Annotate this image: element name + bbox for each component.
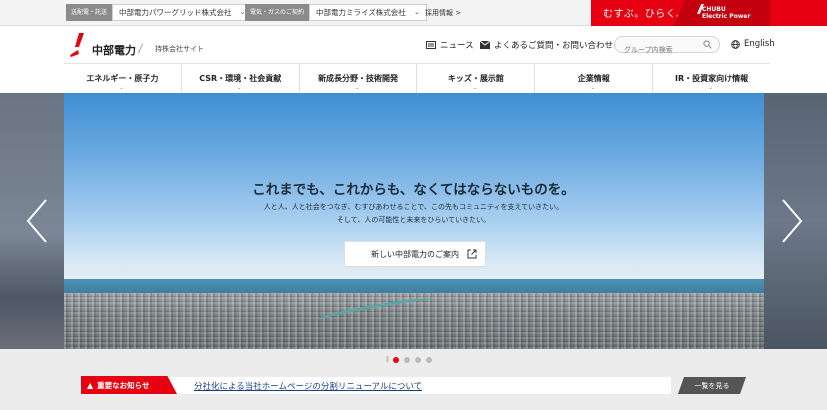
chuden-logo-icon[interactable] — [70, 33, 90, 57]
grid-company-select[interactable]: 中部電力パワーグリッド株式会社 ⌄ — [112, 4, 253, 21]
chevron-down-icon: ⌄ — [355, 85, 360, 91]
search-input[interactable] — [615, 42, 695, 58]
newspaper-icon — [426, 41, 436, 49]
english-link[interactable]: English — [731, 39, 775, 49]
hero-description-line1: 人と人、人と社会をつなぎ、むすびあわせることで、この先もコミュニティを支えていき… — [263, 203, 564, 211]
contract-tag: 電気・ガスのご契約 — [245, 4, 310, 21]
chevron-down-icon: ⌄ — [708, 85, 713, 91]
miraiz-company-select[interactable]: 中部電力ミライズ株式会社 ⌄ — [309, 4, 427, 21]
envelope-icon — [480, 41, 490, 49]
warning-icon: ▲ — [87, 380, 94, 390]
nav-item-company[interactable]: 企業情報 ⌄ — [535, 64, 654, 93]
nav-item-new-growth[interactable]: 新成長分野・技術開発 ⌄ — [300, 64, 418, 93]
hero-title: これまでも、これからも、なくてはならないものを。 — [252, 182, 575, 198]
slider-pager: || — [386, 356, 433, 363]
global-nav: エネルギー・原子力 ⌄ CSR・環境・社会貢献 ⌄ 新成長分野・技術開発 ⌄ キッズ・… — [64, 63, 770, 93]
hero-description-line2: そして、人の可能性と未来をひらいていきたい。 — [336, 216, 491, 224]
hero-sea — [64, 279, 764, 293]
miraiz-company-selector[interactable]: 電気・ガスのご契約 中部電力ミライズ株式会社 ⌄ — [245, 4, 427, 21]
search-icon[interactable] — [703, 40, 712, 49]
grid-company-selector[interactable]: 送配電・託送 中部電力パワーグリッド株式会社 ⌄ — [66, 4, 253, 21]
important-notice-tag: ▲ 重要なお知らせ — [81, 376, 177, 394]
chevron-down-icon: ⌄ — [119, 85, 124, 91]
pause-icon[interactable]: || — [386, 356, 389, 363]
logo-subtitle: 持株会社サイト — [155, 45, 204, 53]
chevron-down-icon: ⌄ — [413, 8, 420, 16]
notice-link[interactable]: 分社化による当社ホームページの分割リニューアルについて — [194, 380, 422, 392]
pager-dot[interactable] — [404, 356, 411, 363]
nav-item-csr[interactable]: CSR・環境・社会貢献 ⌄ — [182, 64, 300, 93]
group-search[interactable] — [614, 36, 720, 58]
chevron-down-icon: ⌄ — [590, 85, 595, 91]
external-link-icon — [467, 249, 477, 259]
nav-item-kids[interactable]: キッズ・展示館 ⌄ — [417, 64, 536, 93]
view-all-button[interactable]: 一覧を見る — [678, 377, 746, 394]
chevron-down-icon: ⌄ — [237, 85, 242, 91]
chubu-brand-logo-text: CHUBU Electric Power — [702, 6, 751, 20]
nav-item-energy[interactable]: エネルギー・原子力 ⌄ — [64, 64, 182, 93]
next-slide-arrow-icon[interactable] — [781, 198, 803, 244]
pager-dot[interactable] — [393, 356, 400, 363]
news-link[interactable]: ニュース — [426, 39, 474, 51]
grid-tag: 送配電・託送 — [66, 4, 113, 21]
hero-cta-button[interactable]: 新しい中部電力のご案内 — [344, 241, 486, 267]
faq-contact-link[interactable]: よくあるご質問・お問い合わせ — [480, 39, 613, 51]
logo-text[interactable]: 中部電力 — [92, 42, 136, 58]
pager-dot[interactable] — [415, 356, 422, 363]
prev-slide-arrow-icon[interactable] — [26, 198, 48, 244]
recruit-link[interactable]: 採用情報 > — [425, 8, 461, 18]
pager-dot[interactable] — [426, 356, 433, 363]
globe-icon — [731, 39, 740, 49]
brand-slogan: むすぶ。ひらく。 — [603, 9, 687, 20]
nav-item-ir[interactable]: IR・投資家向け情報 ⌄ — [653, 64, 770, 93]
chevron-down-icon: ⌄ — [472, 85, 478, 91]
